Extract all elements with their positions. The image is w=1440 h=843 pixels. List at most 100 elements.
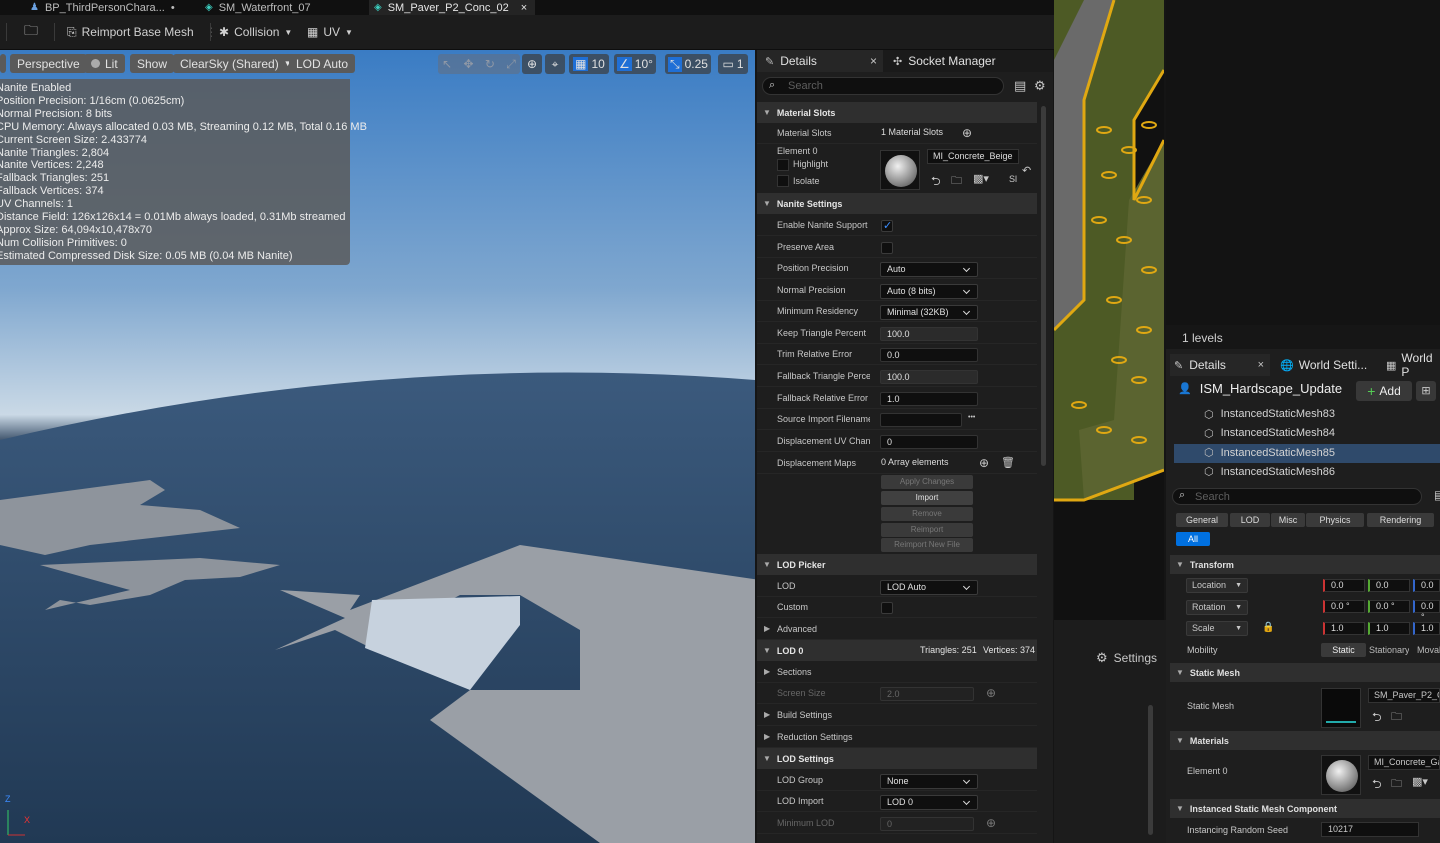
scale-x-input[interactable]: 1.0: [1323, 622, 1365, 635]
category-filter-button[interactable]: Physics: [1306, 513, 1364, 527]
tab-world-settings[interactable]: 🌐 World Setti...: [1280, 354, 1367, 376]
category-filter-button[interactable]: Rendering: [1367, 513, 1434, 527]
section-lod-picker[interactable]: ▼ LOD Picker: [757, 554, 1037, 575]
browse-folder-icon[interactable]: 🗀: [1391, 775, 1402, 794]
trim-error-input[interactable]: 0.0: [880, 348, 978, 362]
highlight-checkbox[interactable]: [777, 159, 789, 171]
component-item[interactable]: ⬡ InstancedStaticMesh84: [1204, 424, 1335, 442]
material-thumbnail[interactable]: [880, 150, 920, 190]
screen-size-input[interactable]: 2.0: [880, 687, 974, 701]
category-filter-button[interactable]: General: [1176, 513, 1228, 527]
mobility-stationary-button[interactable]: Stationary: [1369, 643, 1409, 657]
position-precision-dropdown[interactable]: Auto: [880, 262, 978, 277]
collision-dropdown[interactable]: ✱ Collision ▼: [219, 21, 292, 43]
apply-changes-button[interactable]: Apply Changes: [881, 475, 973, 489]
footer-scrollbar[interactable]: [1148, 705, 1153, 835]
tab-socket-manager[interactable]: ✣ Socket Manager: [893, 50, 996, 72]
material-picker[interactable]: MI_Concrete_Garden: [1368, 755, 1440, 770]
scale-snap-button[interactable]: ⤡ 0.25: [665, 54, 711, 74]
location-x-input[interactable]: 0.0: [1323, 579, 1365, 592]
lock-icon[interactable]: 🔒: [1262, 622, 1274, 633]
scale-y-input[interactable]: 1.0: [1368, 622, 1410, 635]
source-import-input[interactable]: [880, 413, 962, 427]
location-z-input[interactable]: 0.0: [1413, 579, 1440, 592]
blueprint-options-icon[interactable]: ⊞: [1416, 381, 1436, 401]
gear-icon[interactable]: ⚙: [1034, 78, 1046, 94]
world-local-toggle[interactable]: ⊕: [522, 54, 542, 74]
viewport-menu-button[interactable]: [0, 54, 6, 73]
level-viewport[interactable]: [1054, 0, 1164, 620]
details-search-input[interactable]: ⌕ Search: [1172, 488, 1422, 505]
add-icon[interactable]: ⊕: [986, 686, 996, 700]
perspective-button[interactable]: Perspective: [10, 54, 87, 73]
tab-sm-waterfront[interactable]: ◈ SM_Waterfront_07: [200, 0, 366, 15]
browse-arrow-icon[interactable]: ⮌: [931, 172, 941, 193]
section-ism-component[interactable]: ▼ Instanced Static Mesh Component: [1170, 799, 1440, 818]
move-icon[interactable]: ✥: [464, 57, 474, 71]
show-button[interactable]: Show: [130, 54, 175, 73]
enable-nanite-checkbox[interactable]: ✓: [881, 220, 893, 232]
lit-button[interactable]: Lit: [84, 54, 125, 73]
lod-group-dropdown[interactable]: None: [880, 774, 978, 789]
fallback-error-input[interactable]: 1.0: [880, 392, 978, 406]
section-lod-settings[interactable]: ▼ LOD Settings: [757, 748, 1037, 769]
scale-z-input[interactable]: 1.0: [1413, 622, 1440, 635]
mobility-movable-button[interactable]: Movable: [1417, 643, 1440, 657]
section-material-slots[interactable]: ▼ Material Slots: [757, 102, 1037, 123]
add-material-slot-icon[interactable]: ⊕: [962, 126, 972, 140]
component-item[interactable]: ⬡ InstancedStaticMesh85: [1204, 444, 1335, 462]
rotation-x-input[interactable]: 0.0 °: [1323, 600, 1365, 613]
isolate-checkbox[interactable]: [777, 175, 789, 187]
advanced-row[interactable]: ▶ Advanced: [757, 619, 1037, 640]
slot-name-field[interactable]: Sl: [1009, 174, 1017, 184]
section-lod0[interactable]: ▼ LOD 0 Triangles: 251 Vertices: 374: [757, 640, 1037, 661]
section-materials[interactable]: ▼ Materials: [1170, 731, 1440, 750]
settings-button[interactable]: ⚙ Settings: [1096, 650, 1157, 666]
tab-world-partition[interactable]: ▦ World P: [1386, 351, 1440, 379]
scale-dropdown[interactable]: Scale ▼: [1186, 621, 1248, 636]
details-search-input[interactable]: ⌕ Search: [762, 77, 1004, 95]
rotation-y-input[interactable]: 0.0 °: [1368, 600, 1410, 613]
close-tab-icon[interactable]: ×: [870, 54, 877, 68]
sky-preset-dropdown[interactable]: ClearSky (Shared) ▼: [173, 54, 299, 73]
fallback-triangle-input[interactable]: 100.0: [880, 370, 978, 384]
tab-details[interactable]: ✎ Details ×: [1170, 354, 1270, 376]
section-static-mesh[interactable]: ▼ Static Mesh: [1170, 663, 1440, 682]
static-mesh-picker[interactable]: SM_Paver_P2_Conc_02: [1368, 688, 1440, 703]
browse-file-button[interactable]: •••: [968, 414, 975, 421]
tab-bp-thirdperson[interactable]: ♟ BP_ThirdPersonChara... •: [30, 0, 200, 15]
browse-arrow-icon[interactable]: ⮌: [1372, 775, 1382, 796]
min-lod-input[interactable]: 0: [880, 817, 974, 831]
sections-row[interactable]: ▶ Sections: [757, 662, 1037, 683]
scale-icon[interactable]: ⤢: [506, 57, 516, 72]
reimport-base-mesh-button[interactable]: ⎘ Reimport Base Mesh ⋮: [67, 21, 217, 43]
close-tab-icon[interactable]: ×: [521, 2, 527, 14]
build-settings-row[interactable]: ▶ Build Settings: [757, 705, 1037, 726]
component-item[interactable]: ⬡ InstancedStaticMesh86: [1204, 463, 1335, 481]
reimport-new-file-button[interactable]: Reimport New File: [881, 538, 973, 552]
location-y-input[interactable]: 0.0: [1368, 579, 1410, 592]
tab-sm-paver[interactable]: ◈ SM_Paver_P2_Conc_02 ×: [369, 0, 535, 15]
browse-folder-icon[interactable]: 🗀: [951, 172, 962, 191]
material-options-icon[interactable]: ▩▾: [973, 172, 989, 185]
trash-icon[interactable]: 🗑: [1001, 456, 1015, 469]
keep-triangle-input[interactable]: 100.0: [880, 327, 978, 341]
preserve-area-checkbox[interactable]: [881, 242, 893, 254]
rotation-z-input[interactable]: 0.0 °: [1413, 600, 1440, 622]
min-residency-dropdown[interactable]: Minimal (32KB): [880, 305, 978, 320]
mesh-viewport[interactable]: Z X Perspective Lit Show ClearSky (Share…: [0, 50, 755, 843]
browse-button[interactable]: 🗀: [24, 21, 38, 43]
material-thumbnail[interactable]: [1321, 755, 1361, 795]
reimport-button[interactable]: Reimport: [881, 523, 973, 537]
select-icon[interactable]: ↖: [442, 57, 452, 71]
reset-arrow-icon[interactable]: ↶: [1022, 164, 1031, 177]
category-all-button[interactable]: All: [1176, 532, 1210, 546]
rotation-dropdown[interactable]: Rotation ▼: [1186, 600, 1248, 615]
import-button[interactable]: Import: [881, 491, 973, 505]
surface-snap-button[interactable]: ⌖: [545, 54, 565, 74]
custom-checkbox[interactable]: [881, 602, 893, 614]
random-seed-input[interactable]: 10217: [1321, 822, 1419, 837]
category-filter-button[interactable]: Misc: [1271, 513, 1305, 527]
material-picker[interactable]: MI_Concrete_Beige: [927, 149, 1019, 164]
disp-uv-input[interactable]: 0: [880, 435, 978, 449]
